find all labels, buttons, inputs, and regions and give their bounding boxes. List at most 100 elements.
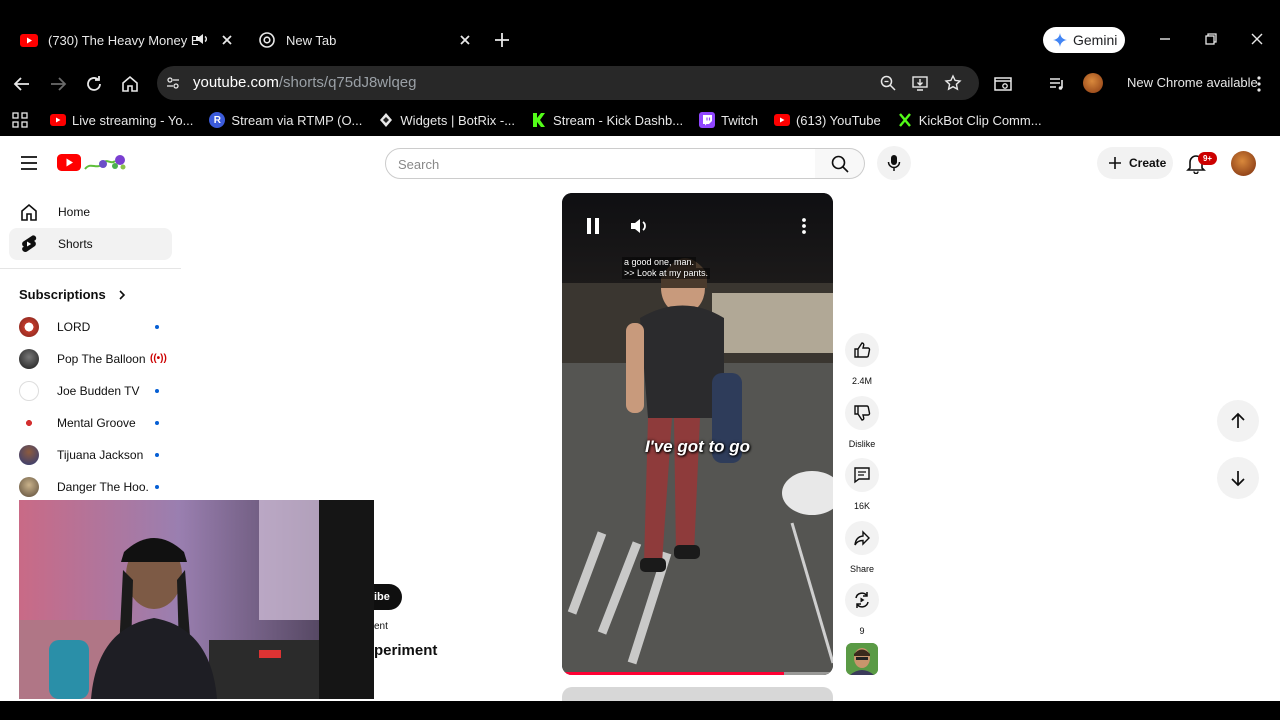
tab-title: New Tab (286, 32, 337, 48)
url-text: youtube.com/shorts/q75dJ8wlqeg (193, 74, 416, 91)
subscription-item-pop-the-balloon[interactable]: Pop The Balloon ((•)) (19, 347, 169, 371)
burned-in-caption: I've got to go (644, 437, 751, 456)
channel-name: Tijuana Jackson (57, 448, 144, 462)
next-short-preview[interactable] (562, 687, 833, 701)
restore-icon[interactable] (1203, 31, 1219, 47)
subscription-item-lord[interactable]: LORD (19, 315, 169, 339)
comments-action: 16K (845, 458, 879, 511)
arrow-down-icon (1231, 471, 1245, 487)
bookmark-label: KickBot Clip Comm... (918, 112, 1042, 128)
media-controls-icon[interactable] (1047, 74, 1067, 94)
new-content-dot (155, 421, 159, 425)
reload-icon[interactable] (84, 74, 104, 94)
forward-arrow-icon[interactable] (48, 74, 68, 94)
subscription-item-mental-groove[interactable]: Mental Groove (19, 411, 169, 435)
subscription-item-danger-the-hooligan[interactable]: Danger The Hoo... (19, 475, 169, 499)
remix-button[interactable] (845, 583, 879, 617)
apps-grid-icon[interactable] (12, 112, 28, 128)
address-bar[interactable]: youtube.com/shorts/q75dJ8wlqeg (157, 66, 979, 100)
video-progress-fill (562, 672, 785, 675)
share-action: Share (845, 521, 879, 574)
speaker-icon[interactable] (194, 31, 212, 49)
channel-avatar (19, 381, 39, 401)
voice-search-button[interactable] (877, 146, 911, 180)
close-tab-icon[interactable] (218, 31, 236, 49)
bookmark-stream-rtmp[interactable]: R Stream via RTMP (O... (209, 112, 362, 128)
site-info-icon[interactable] (165, 75, 181, 91)
bookmark-live-streaming[interactable]: Live streaming - Yo... (50, 112, 193, 128)
youtube-logo[interactable] (57, 151, 133, 175)
twitch-icon (699, 112, 716, 128)
install-app-icon[interactable] (911, 74, 929, 92)
new-tab-plus-icon[interactable] (492, 30, 512, 50)
kickbot-icon (897, 112, 913, 128)
chevron-right-icon (118, 289, 126, 301)
url-path: /shorts/q75dJ8wlqeg (278, 74, 417, 91)
search-button[interactable] (815, 148, 865, 179)
like-button[interactable] (845, 333, 879, 367)
gemini-button[interactable]: Gemini (1043, 27, 1125, 53)
sound-source-thumbnail[interactable] (846, 643, 878, 675)
tab-youtube-shorts[interactable]: (730) The Heavy Money Experiment (14, 22, 244, 58)
pause-icon[interactable] (582, 215, 604, 237)
back-arrow-icon[interactable] (12, 74, 32, 94)
shorts-icon (19, 234, 39, 254)
youtube-icon (20, 31, 38, 49)
share-button[interactable] (845, 521, 879, 555)
bookmark-botrix-widgets[interactable]: Widgets | BotRix -... (378, 112, 515, 128)
dislike-action: Dislike (845, 396, 879, 449)
bookmark-label: Live streaming - Yo... (72, 112, 194, 128)
subscriptions-header[interactable]: Subscriptions (19, 287, 126, 302)
search-tabs-icon[interactable] (993, 74, 1013, 94)
close-tab-icon[interactable] (456, 31, 474, 49)
subscription-item-tijuana-jackson[interactable]: Tijuana Jackson (19, 443, 169, 467)
browser-toolbar: youtube.com/shorts/q75dJ8wlqeg New Chrom… (0, 62, 1280, 104)
bookmark-label: Twitch (721, 112, 758, 128)
browser-tab-strip: (730) The Heavy Money Experiment New Tab… (0, 0, 1280, 62)
gemini-sparkle-icon (1053, 33, 1067, 47)
channel-avatar (19, 445, 39, 465)
create-button[interactable]: Create (1097, 147, 1173, 179)
home-browser-icon[interactable] (120, 74, 140, 94)
bookmark-twitch[interactable]: Twitch (699, 112, 758, 128)
kick-icon (531, 112, 547, 128)
video-progress-bar[interactable] (562, 672, 833, 675)
bookmark-youtube[interactable]: (613) YouTube (773, 112, 881, 128)
more-options-kebab-icon[interactable] (793, 215, 815, 237)
new-chrome-available-button[interactable]: New Chrome available (1127, 75, 1258, 90)
channel-avatar (19, 317, 39, 337)
next-short-button[interactable] (1217, 457, 1259, 499)
closed-caption-small: a good one, man. >> Look at my pants. (622, 257, 711, 279)
tab-new-tab[interactable]: New Tab (252, 22, 482, 58)
close-window-icon[interactable] (1249, 31, 1265, 47)
minimize-icon[interactable] (1157, 31, 1173, 47)
create-label: Create (1129, 156, 1167, 170)
zoom-icon[interactable] (879, 74, 897, 92)
sidebar-item-home[interactable]: Home (9, 196, 172, 228)
bookmark-kickbot-clip[interactable]: KickBot Clip Comm... (897, 112, 1042, 128)
chrome-profile-avatar[interactable] (1083, 73, 1103, 93)
bookmark-kick-dashboard[interactable]: Stream - Kick Dashb... (531, 112, 683, 128)
volume-icon[interactable] (628, 215, 650, 237)
bookmark-star-icon[interactable] (944, 74, 962, 92)
sidebar-item-shorts[interactable]: Shorts (9, 228, 172, 260)
channel-avatar (19, 349, 39, 369)
subscription-item-joe-budden-tv[interactable]: Joe Budden TV (19, 379, 169, 403)
shorts-video-player[interactable]: a good one, man. >> Look at my pants. I'… (562, 193, 833, 675)
channel-avatar (19, 413, 39, 433)
previous-short-button[interactable] (1217, 400, 1259, 442)
dislike-button[interactable] (845, 396, 879, 430)
youtube-account-avatar[interactable] (1231, 151, 1256, 176)
chrome-menu-kebab-icon[interactable] (1249, 74, 1269, 94)
search-input[interactable]: Search (385, 148, 816, 179)
comments-button[interactable] (845, 458, 879, 492)
hamburger-menu-icon[interactable] (20, 155, 38, 171)
live-broadcast-icon: ((•)) (150, 353, 167, 364)
notification-count-badge: 9+ (1198, 152, 1217, 165)
chrome-icon (258, 31, 276, 49)
comment-count: 16K (853, 501, 870, 511)
share-label: Share (849, 564, 875, 574)
new-content-dot (155, 453, 159, 457)
arrow-up-icon (1231, 412, 1245, 428)
bookmarks-bar: Live streaming - Yo... R Stream via RTMP… (0, 104, 1280, 136)
